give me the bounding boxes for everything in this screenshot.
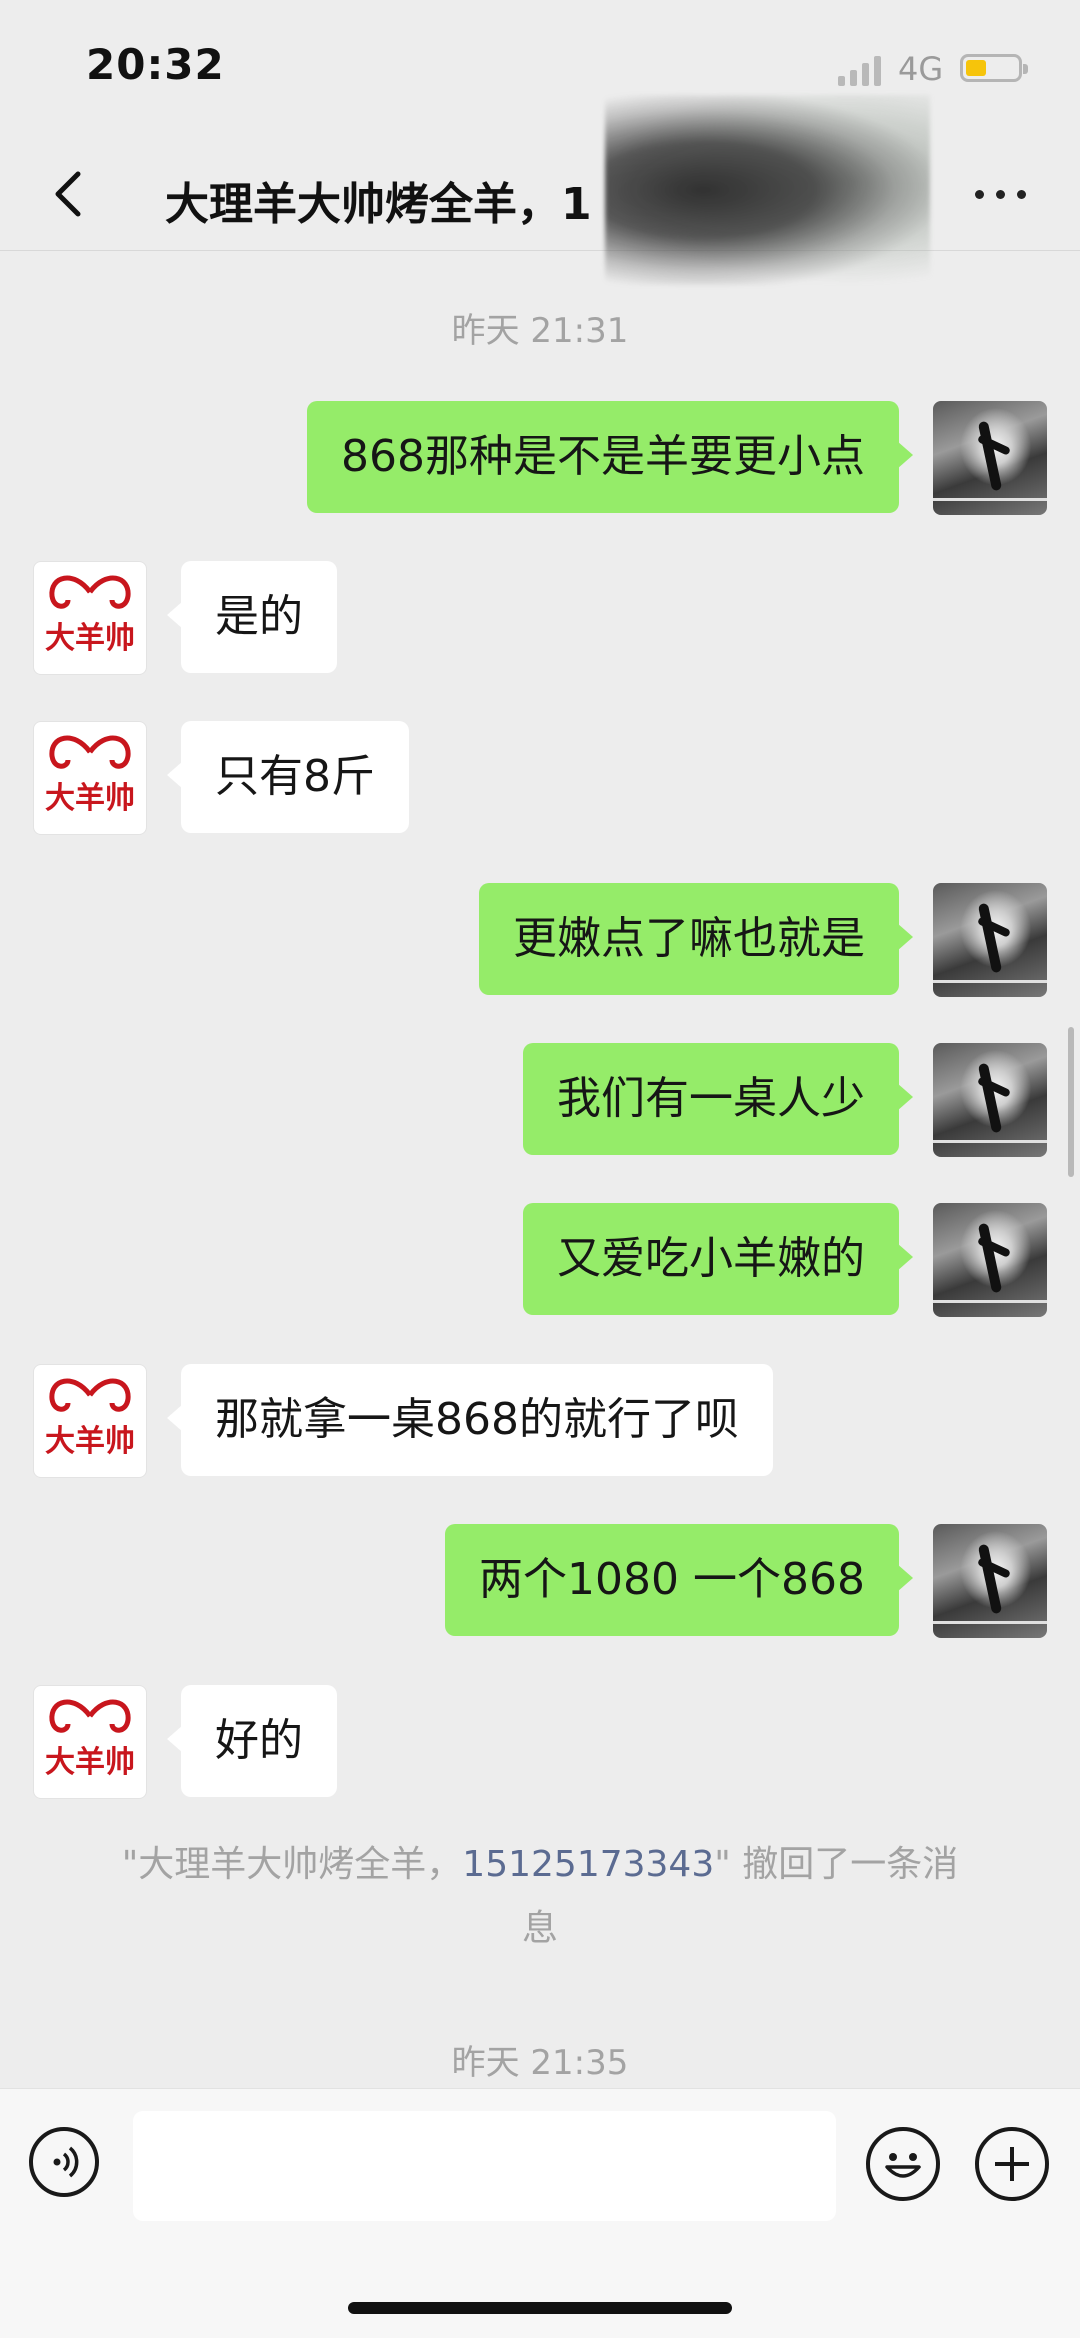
message-bubble-outgoing[interactable]: 两个1080 一个868 xyxy=(445,1524,913,1636)
voice-icon[interactable] xyxy=(29,2127,99,2197)
message-bubble-incoming[interactable]: 那就拿一桌868的就行了呗 xyxy=(167,1364,773,1476)
input-bar xyxy=(0,2088,1080,2338)
business-avatar[interactable]: 大羊帅 xyxy=(33,561,147,675)
message-bubble-outgoing[interactable]: 又爱吃小羊嫩的 xyxy=(523,1203,913,1315)
message-row: 又爱吃小羊嫩的 xyxy=(0,1203,1080,1317)
message-row: 大羊帅 那就拿一桌868的就行了呗 xyxy=(0,1364,1080,1478)
battery-icon xyxy=(960,54,1028,82)
message-row: 大羊帅 只有8斤 xyxy=(0,721,1080,835)
message-input[interactable] xyxy=(133,2111,836,2221)
more-dots-icon[interactable] xyxy=(975,184,1031,204)
message-row: 大羊帅 好的 xyxy=(0,1685,1080,1799)
scrollbar[interactable] xyxy=(1068,1027,1074,1177)
business-logo-text: 大羊帅 xyxy=(45,1745,135,1780)
business-logo-text: 大羊帅 xyxy=(45,1424,135,1459)
timestamp: 昨天 21:31 xyxy=(451,311,629,351)
message-bubble-incoming[interactable]: 只有8斤 xyxy=(167,721,409,833)
message-row: 更嫩点了嘛也就是 xyxy=(0,883,1080,997)
recall-phone-link[interactable]: 15125173343 xyxy=(462,1844,714,1885)
my-avatar[interactable] xyxy=(933,1043,1047,1157)
emoji-icon[interactable] xyxy=(866,2127,940,2201)
message-row: 大羊帅 是的 xyxy=(0,561,1080,675)
home-indicator xyxy=(348,2302,732,2314)
business-avatar[interactable]: 大羊帅 xyxy=(33,721,147,835)
message-bubble-outgoing[interactable]: 更嫩点了嘛也就是 xyxy=(479,883,913,995)
my-avatar[interactable] xyxy=(933,401,1047,515)
my-avatar[interactable] xyxy=(933,1203,1047,1317)
message-row: 两个1080 一个868 xyxy=(0,1524,1080,1638)
message-bubble-incoming[interactable]: 好的 xyxy=(167,1685,337,1797)
recall-prefix: "大理羊大帅烤全羊， xyxy=(121,1844,463,1885)
message-bubble-outgoing[interactable]: 我们有一桌人少 xyxy=(523,1043,913,1155)
message-bubble-outgoing[interactable]: 868那种是不是羊要更小点 xyxy=(307,401,913,513)
my-avatar[interactable] xyxy=(933,1524,1047,1638)
business-logo-text: 大羊帅 xyxy=(45,621,135,656)
message-bubble-incoming[interactable]: 是的 xyxy=(167,561,337,673)
timestamp: 昨天 21:35 xyxy=(451,2043,629,2083)
my-avatar[interactable] xyxy=(933,883,1047,997)
message-row: 868那种是不是羊要更小点 xyxy=(0,401,1080,515)
business-avatar[interactable]: 大羊帅 xyxy=(33,1685,147,1799)
recall-suffix-line2: 息 xyxy=(521,1908,558,1949)
recall-suffix-line1: " 撤回了一条消 xyxy=(714,1844,959,1885)
chat-title: 大理羊大帅烤全羊，1 xyxy=(165,179,592,230)
chat-header: 大理羊大帅烤全羊，1 xyxy=(0,95,1080,285)
recall-notice: "大理羊大帅烤全羊，15125173343" 撤回了一条消 息 xyxy=(90,1833,990,1961)
status-time: 20:32 xyxy=(86,40,225,89)
message-row: 我们有一桌人少 xyxy=(0,1043,1080,1157)
business-logo-text: 大羊帅 xyxy=(45,781,135,816)
message-list[interactable]: 昨天 21:31 868那种是不是羊要更小点 大羊帅 是的 大羊帅 只有8斤 更… xyxy=(0,251,1080,2086)
signal-icon xyxy=(838,52,886,86)
plus-icon[interactable] xyxy=(975,2127,1049,2201)
business-avatar[interactable]: 大羊帅 xyxy=(33,1364,147,1478)
network-type: 4G xyxy=(898,50,944,88)
chevron-left-icon[interactable] xyxy=(42,166,98,222)
